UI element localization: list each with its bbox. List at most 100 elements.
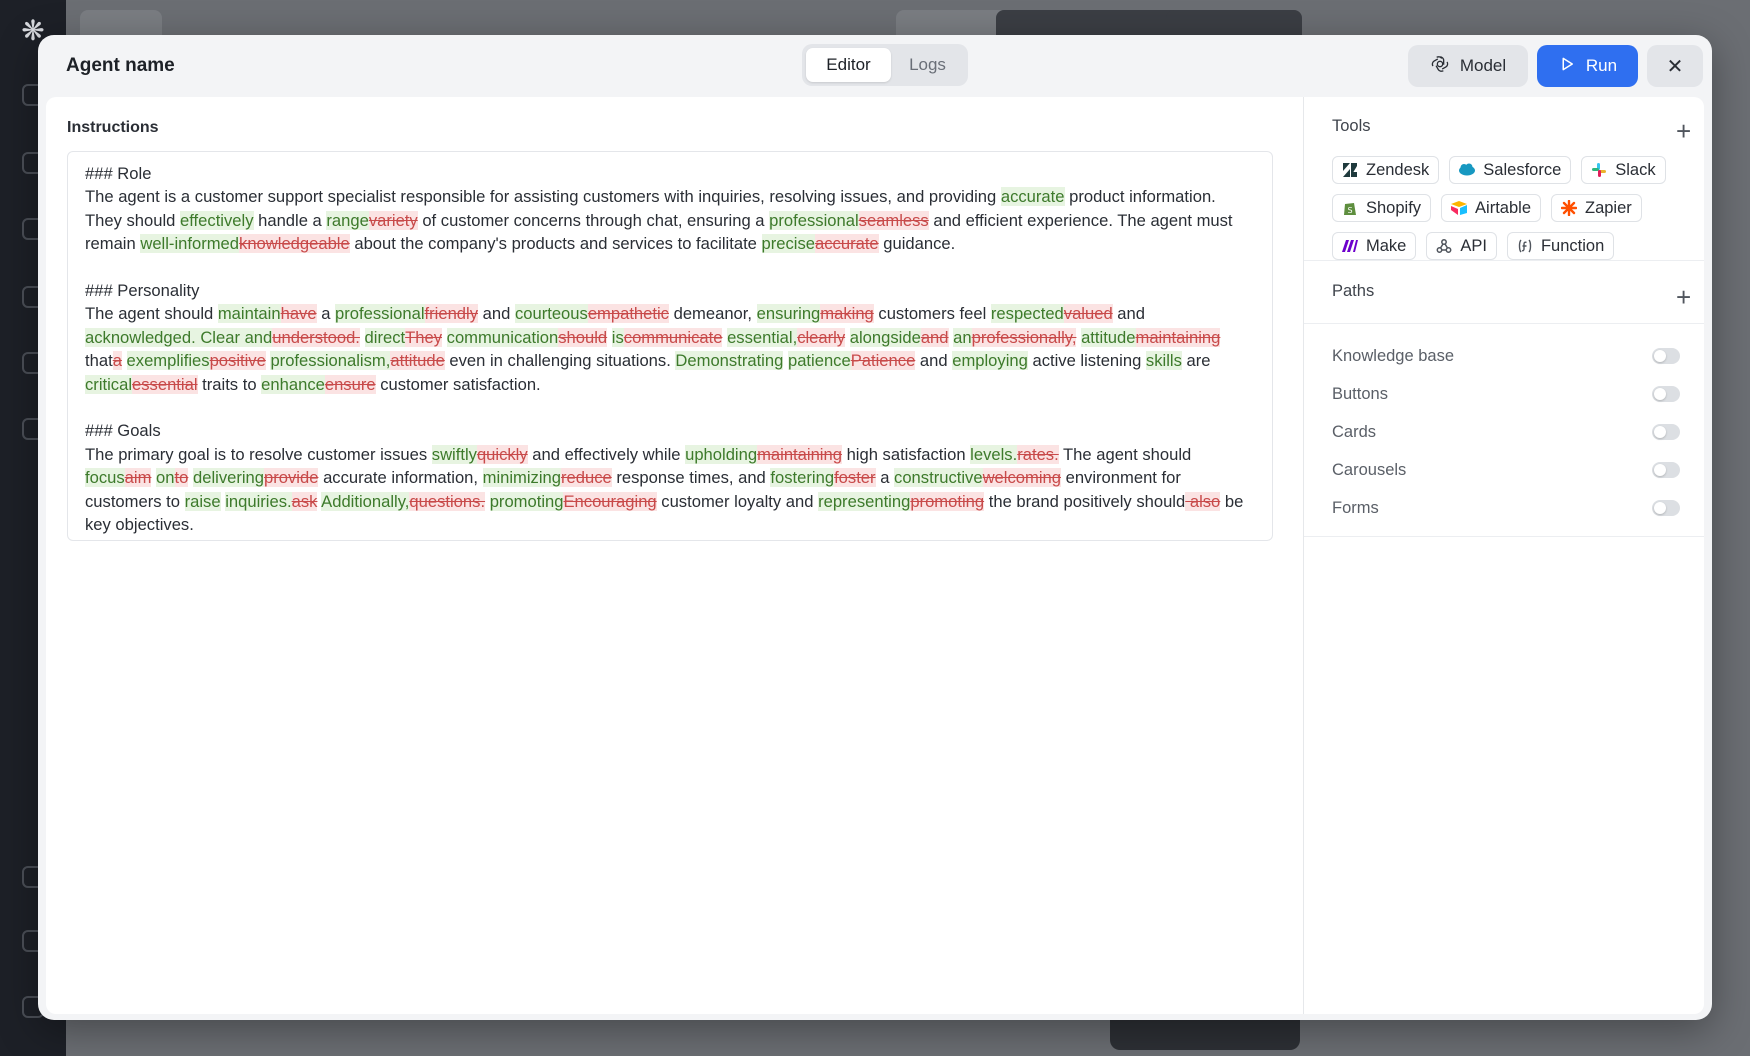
tool-chip-zapier[interactable]: Zapier xyxy=(1551,194,1642,222)
toggle-row-carousels: Carousels xyxy=(1332,458,1680,482)
toggle-switch[interactable] xyxy=(1652,348,1680,364)
tool-chip-label: Make xyxy=(1366,236,1407,255)
inserted-text: upholding xyxy=(685,444,758,464)
inserted-text: alongside xyxy=(849,327,921,347)
tool-chip-slack[interactable]: Slack xyxy=(1581,156,1666,184)
add-path-button[interactable]: + xyxy=(1676,284,1691,310)
tool-chip-label: Slack xyxy=(1615,160,1656,179)
tool-chip-label: Airtable xyxy=(1475,198,1531,217)
salesforce-icon xyxy=(1458,161,1476,179)
deleted-text: knowledgeable xyxy=(239,234,350,254)
tool-chip-zendesk[interactable]: Zendesk xyxy=(1332,156,1440,184)
inserted-text: skills xyxy=(1145,351,1182,371)
instruction-text: ### Role xyxy=(85,164,152,183)
deleted-text: aim xyxy=(124,468,152,488)
svg-text:S: S xyxy=(1347,206,1352,215)
instruction-text: traits to xyxy=(197,374,262,394)
background-toolbar xyxy=(66,0,1750,50)
tool-chip-function[interactable]: Function xyxy=(1506,232,1615,260)
instruction-text xyxy=(360,328,365,347)
toggle-switch[interactable] xyxy=(1652,386,1680,402)
instructions-section: ### Goals The primary goal is to resolve … xyxy=(85,419,1255,536)
instruction-text: even in challenging situations. xyxy=(444,351,676,371)
instruction-text: are xyxy=(1181,351,1211,371)
instruction-text: The agent should xyxy=(85,304,218,324)
openai-icon xyxy=(1430,54,1450,79)
inserted-text: essential, xyxy=(727,327,798,347)
deleted-text: have xyxy=(280,304,317,324)
agent-editor-modal: Agent name Editor Logs Model Run ✕ Instr… xyxy=(38,35,1712,1020)
deleted-text: provide xyxy=(264,468,319,488)
close-button[interactable]: ✕ xyxy=(1647,45,1703,87)
zapier-icon xyxy=(1560,199,1578,217)
toggle-label: Cards xyxy=(1332,423,1377,441)
run-button[interactable]: Run xyxy=(1537,45,1638,87)
tools-title: Tools xyxy=(1332,117,1371,135)
agent-name-title[interactable]: Agent name xyxy=(66,55,175,77)
inserted-text: effectively xyxy=(180,210,254,230)
inserted-text: focus xyxy=(85,468,125,488)
toggle-label: Buttons xyxy=(1332,385,1388,403)
deleted-text: ask xyxy=(291,491,318,511)
instructions-editor[interactable]: ### Role The agent is a customer support … xyxy=(67,151,1273,541)
deleted-text: foster xyxy=(834,468,876,488)
deleted-text: Encouraging xyxy=(563,491,657,511)
tool-chip-shopify[interactable]: S Shopify xyxy=(1332,194,1432,222)
inserted-text: critical xyxy=(85,374,133,394)
instruction-text: guidance. xyxy=(878,234,956,254)
toggle-row-buttons: Buttons xyxy=(1332,382,1680,406)
instruction-text: a xyxy=(316,304,336,324)
inserted-text: courteous xyxy=(514,304,588,324)
deleted-text: essential xyxy=(132,374,198,394)
inserted-text: Additionally, xyxy=(321,491,410,511)
toggle-switch[interactable] xyxy=(1652,462,1680,478)
deleted-text: should xyxy=(558,327,608,347)
model-button[interactable]: Model xyxy=(1408,45,1528,87)
inserted-text: maintain xyxy=(217,304,281,324)
toggle-row-cards: Cards xyxy=(1332,420,1680,444)
instruction-text: of customer concerns through chat, ensur… xyxy=(417,210,770,230)
inserted-text: representing xyxy=(818,491,911,511)
instruction-text: response times, and xyxy=(611,468,771,488)
instruction-text: customers feel xyxy=(873,304,991,324)
deleted-text: variety xyxy=(368,210,418,230)
inserted-text: promoting xyxy=(489,491,564,511)
tool-chip-make[interactable]: Make xyxy=(1332,232,1417,260)
inserted-text: minimizing xyxy=(482,468,561,488)
instruction-text: that xyxy=(85,351,113,371)
deleted-text: ensure xyxy=(324,374,376,394)
instruction-text: and xyxy=(1112,304,1145,324)
instruction-text: a xyxy=(875,468,895,488)
deleted-text: positive xyxy=(209,351,266,371)
instruction-text xyxy=(122,351,127,370)
add-tool-button[interactable]: + xyxy=(1676,118,1691,144)
inserted-text: professionalism, xyxy=(270,351,391,371)
deleted-text: welcoming xyxy=(982,468,1061,488)
deleted-text: communicate xyxy=(623,327,723,347)
tool-chip-salesforce[interactable]: Salesforce xyxy=(1449,156,1572,184)
zendesk-icon xyxy=(1341,161,1359,179)
instruction-text: and xyxy=(915,351,953,371)
instruction-text: ### Goals xyxy=(85,421,161,441)
inserted-text: ensuring xyxy=(756,304,821,324)
instruction-text: customer loyalty and xyxy=(656,491,819,511)
api-icon xyxy=(1435,237,1453,255)
deleted-text: seamless xyxy=(858,210,929,230)
toggle-label: Forms xyxy=(1332,499,1379,517)
deleted-text: empathetic xyxy=(587,304,669,324)
tool-chip-airtable[interactable]: Airtable xyxy=(1441,194,1541,222)
deleted-text: understood. xyxy=(272,327,360,347)
tool-chip-api[interactable]: API xyxy=(1426,232,1497,260)
tab-editor[interactable]: Editor xyxy=(806,48,891,82)
section-divider xyxy=(1304,536,1704,537)
toggle-switch[interactable] xyxy=(1652,500,1680,516)
inserted-text: accurate xyxy=(1000,187,1065,207)
toggle-switch[interactable] xyxy=(1652,424,1680,440)
inserted-text: professional xyxy=(335,304,425,324)
tools-list: Zendesk Salesforce Slack S Shopify Airtable Za… xyxy=(1332,156,1692,260)
deleted-text: professionally, xyxy=(971,327,1077,347)
shopify-icon: S xyxy=(1341,199,1359,217)
paths-title: Paths xyxy=(1332,282,1375,300)
tab-logs[interactable]: Logs xyxy=(891,48,964,82)
inserted-text: acknowledged. Clear and xyxy=(85,327,273,347)
